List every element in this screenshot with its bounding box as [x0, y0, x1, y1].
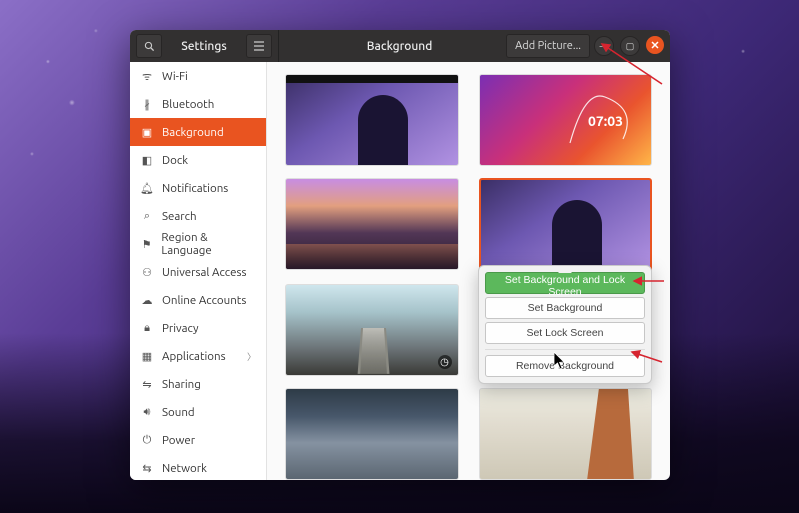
sidebar: ᯤ Wi-Fi ∦ Bluetooth ▣ Background ◧ Dock …	[130, 62, 267, 480]
annotation-arrow	[630, 276, 666, 286]
background-icon: ▣	[140, 126, 154, 139]
sidebar-item-dock[interactable]: ◧ Dock	[130, 146, 266, 174]
globe-icon: ⚑	[140, 238, 153, 251]
sidebar-item-sharing[interactable]: ⇋ Sharing	[130, 370, 266, 398]
sidebar-item-universal-access[interactable]: ⚇ Universal Access	[130, 258, 266, 286]
sidebar-item-label: Sharing	[162, 378, 201, 391]
sidebar-item-search[interactable]: ⌕ Search	[130, 202, 266, 230]
panel-title: Background	[297, 40, 502, 53]
sidebar-item-label: Bluetooth	[162, 98, 214, 111]
dock-icon: ◧	[140, 154, 154, 167]
chevron-right-icon: 〉	[247, 350, 256, 363]
sidebar-item-label: Network	[162, 462, 207, 475]
lock-icon: 🔒︎	[140, 322, 154, 335]
wallpaper-thumb[interactable]: ◷	[285, 284, 459, 376]
sidebar-item-region[interactable]: ⚑ Region & Language	[130, 230, 266, 258]
sidebar-item-label: Notifications	[162, 182, 228, 195]
sidebar-item-online-accounts[interactable]: ☁ Online Accounts	[130, 286, 266, 314]
network-icon: ⇆	[140, 462, 154, 475]
sidebar-item-label: Region & Language	[161, 231, 256, 257]
sidebar-item-label: Universal Access	[162, 266, 246, 279]
cloud-icon: ☁	[140, 294, 154, 307]
settings-window: Settings Background Add Picture... — ▢ ᯤ…	[130, 30, 670, 480]
cursor-icon	[554, 352, 566, 370]
search-icon[interactable]	[136, 34, 162, 58]
search-icon: ⌕	[140, 210, 154, 223]
sidebar-item-label: Background	[162, 126, 224, 139]
sidebar-item-wifi[interactable]: ᯤ Wi-Fi	[130, 62, 266, 90]
bluetooth-icon: ∦	[140, 98, 154, 111]
set-lock-screen-button[interactable]: Set Lock Screen	[485, 322, 645, 344]
sidebar-item-sound[interactable]: 🔊︎ Sound	[130, 398, 266, 426]
sidebar-item-label: Sound	[162, 406, 195, 419]
bell-icon: 🔔︎	[140, 182, 154, 195]
wallpaper-thumb[interactable]	[285, 388, 459, 480]
power-icon: ⏻	[140, 434, 154, 447]
sidebar-item-label: Privacy	[162, 322, 199, 335]
sidebar-item-label: Wi-Fi	[162, 70, 188, 83]
sidebar-item-label: Applications	[162, 350, 226, 363]
settings-title: Settings	[166, 40, 242, 53]
sidebar-item-label: Online Accounts	[162, 294, 246, 307]
sidebar-item-label: Search	[162, 210, 197, 223]
wallpaper-clock-time: 07:03	[588, 113, 623, 129]
annotation-arrow	[596, 38, 666, 88]
wallpaper-thumb[interactable]	[285, 178, 459, 270]
sidebar-item-label: Power	[162, 434, 195, 447]
slideshow-indicator-icon: ◷	[438, 355, 452, 369]
add-picture-button[interactable]: Add Picture...	[506, 34, 590, 58]
sidebar-item-background[interactable]: ▣ Background	[130, 118, 266, 146]
hamburger-menu-icon[interactable]	[246, 34, 272, 58]
sidebar-item-privacy[interactable]: 🔒︎ Privacy	[130, 314, 266, 342]
accessibility-icon: ⚇	[140, 266, 154, 279]
share-icon: ⇋	[140, 378, 154, 391]
sidebar-item-network[interactable]: ⇆ Network	[130, 454, 266, 480]
set-background-and-lock-button[interactable]: Set Background and Lock Screen	[485, 272, 645, 294]
sidebar-item-power[interactable]: ⏻ Power	[130, 426, 266, 454]
wallpaper-thumb-selected[interactable]	[479, 178, 653, 272]
wallpaper-thumb[interactable]	[479, 388, 653, 480]
sidebar-item-label: Dock	[162, 154, 188, 167]
annotation-arrow	[628, 348, 664, 366]
sidebar-item-notifications[interactable]: 🔔︎ Notifications	[130, 174, 266, 202]
wallpaper-thumb[interactable]	[285, 74, 459, 166]
sidebar-item-bluetooth[interactable]: ∦ Bluetooth	[130, 90, 266, 118]
apps-icon: ▦	[140, 350, 154, 363]
sidebar-item-applications[interactable]: ▦ Applications 〉	[130, 342, 266, 370]
titlebar-left: Settings	[130, 30, 279, 62]
titlebar: Settings Background Add Picture... — ▢	[130, 30, 670, 62]
sound-icon: 🔊︎	[140, 406, 154, 419]
set-background-button[interactable]: Set Background	[485, 297, 645, 319]
separator	[485, 349, 645, 350]
wifi-icon: ᯤ	[140, 69, 154, 84]
